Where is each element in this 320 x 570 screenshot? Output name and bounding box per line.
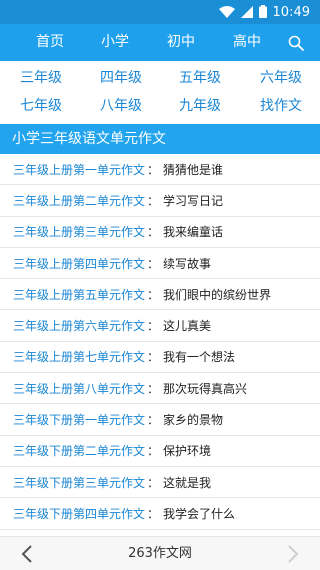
separator: ：	[147, 350, 160, 365]
list-item[interactable]: 三年级上册第一单元作文：猜猜他是谁	[0, 154, 320, 186]
separator: ：	[147, 256, 160, 271]
essay-unit-link[interactable]: 三年级下册第二单元作文	[13, 442, 145, 459]
battery-icon	[258, 3, 267, 22]
essay-unit-link[interactable]: 三年级上册第二单元作文	[13, 192, 145, 209]
status-time: 10:49	[272, 4, 310, 20]
separator: ：	[147, 381, 160, 396]
list-item[interactable]: 三年级上册第八单元作文：那次玩得真高兴	[0, 373, 320, 405]
status-bar: 10:49	[0, 0, 320, 24]
section-title: 小学三年级语文单元作文	[0, 124, 320, 154]
separator: ：	[147, 413, 160, 428]
find-essay-link[interactable]: 找作文	[255, 94, 307, 118]
bottom-bar: 263作文网	[0, 536, 320, 570]
list-item[interactable]: 三年级上册第七单元作文：我有一个想法	[0, 342, 320, 374]
essay-topic: 这儿真美	[163, 319, 212, 334]
grade-link-6[interactable]: 六年级	[255, 66, 307, 90]
list-item[interactable]: 三年级上册第三单元作文：我来编童话	[0, 217, 320, 248]
essay-unit-link[interactable]: 三年级上册第四单元作文	[13, 255, 145, 272]
essay-topic: 保护环境	[163, 444, 212, 459]
list-item[interactable]: 三年级上册第四单元作文：续写故事	[0, 248, 320, 280]
list-item[interactable]: 三年级下册第四单元作文：我学会了什么	[0, 498, 320, 530]
essay-topic: 我学会了什么	[163, 506, 236, 521]
essay-unit-link[interactable]: 三年级下册第四单元作文	[13, 505, 145, 522]
site-title: 263作文网	[128, 546, 192, 561]
list-item[interactable]: 三年级上册第二单元作文：学习写日记	[0, 185, 320, 217]
separator: ：	[147, 319, 160, 334]
wifi-icon	[218, 3, 235, 22]
essay-unit-link[interactable]: 三年级下册第三单元作文	[13, 474, 145, 491]
essay-topic: 我来编童话	[163, 225, 224, 240]
list-item[interactable]: 三年级下册第一单元作文：家乡的景物	[0, 404, 320, 436]
list-item[interactable]: 三年级上册第六单元作文：这儿真美	[0, 310, 320, 342]
essay-topic: 家乡的景物	[163, 413, 224, 428]
essay-unit-link[interactable]: 三年级上册第六单元作文	[13, 317, 145, 334]
essay-topic: 我们眼中的缤纷世界	[163, 287, 272, 302]
separator: ：	[147, 287, 160, 302]
grade-link-9[interactable]: 九年级	[174, 94, 226, 118]
separator: ：	[147, 444, 160, 459]
essay-unit-link[interactable]: 三年级上册第五单元作文	[13, 286, 145, 303]
grade-link-4[interactable]: 四年级	[95, 66, 147, 90]
separator: ：	[147, 225, 160, 240]
separator: ：	[147, 475, 160, 490]
chevron-right-icon[interactable]	[282, 543, 302, 565]
list-item[interactable]: 三年级下册第三单元作文：这就是我	[0, 467, 320, 499]
essay-unit-link[interactable]: 三年级上册第一单元作文	[13, 161, 145, 178]
status-icons: 10:49	[218, 0, 310, 24]
grade-link-3[interactable]: 三年级	[15, 66, 67, 90]
essay-topic: 学习写日记	[163, 193, 224, 208]
essay-topic: 这就是我	[163, 475, 212, 490]
grade-link-8[interactable]: 八年级	[95, 94, 147, 118]
list-item[interactable]: 三年级上册第五单元作文：我们眼中的缤纷世界	[0, 279, 320, 311]
top-nav: 首页 小学 初中 高中	[0, 24, 320, 61]
nav-high[interactable]: 高中	[233, 24, 261, 61]
essay-topic: 猜猜他是谁	[163, 162, 224, 177]
separator: ：	[147, 193, 160, 208]
essay-list: 三年级上册第一单元作文：猜猜他是谁 三年级上册第二单元作文：学习写日记 三年级上册第…	[0, 154, 320, 530]
essay-unit-link[interactable]: 三年级上册第三单元作文	[13, 223, 145, 240]
grade-link-5[interactable]: 五年级	[174, 66, 226, 90]
grade-links: 三年级 四年级 五年级 六年级 七年级 八年级 九年级 找作文	[0, 61, 320, 123]
search-icon[interactable]	[288, 24, 304, 61]
separator: ：	[147, 162, 160, 177]
essay-topic: 续写故事	[163, 256, 212, 271]
grade-link-7[interactable]: 七年级	[15, 94, 67, 118]
essay-topic: 那次玩得真高兴	[163, 381, 248, 396]
signal-icon	[240, 3, 253, 22]
separator: ：	[147, 506, 160, 521]
essay-unit-link[interactable]: 三年级上册第七单元作文	[13, 348, 145, 365]
essay-unit-link[interactable]: 三年级上册第八单元作文	[13, 380, 145, 397]
nav-home[interactable]: 首页	[36, 24, 64, 61]
essay-unit-link[interactable]: 三年级下册第一单元作文	[13, 411, 145, 428]
nav-middle[interactable]: 初中	[167, 24, 195, 61]
essay-topic: 我有一个想法	[163, 350, 236, 365]
list-item[interactable]: 三年级下册第二单元作文：保护环境	[0, 436, 320, 467]
nav-primary[interactable]: 小学	[101, 24, 129, 61]
